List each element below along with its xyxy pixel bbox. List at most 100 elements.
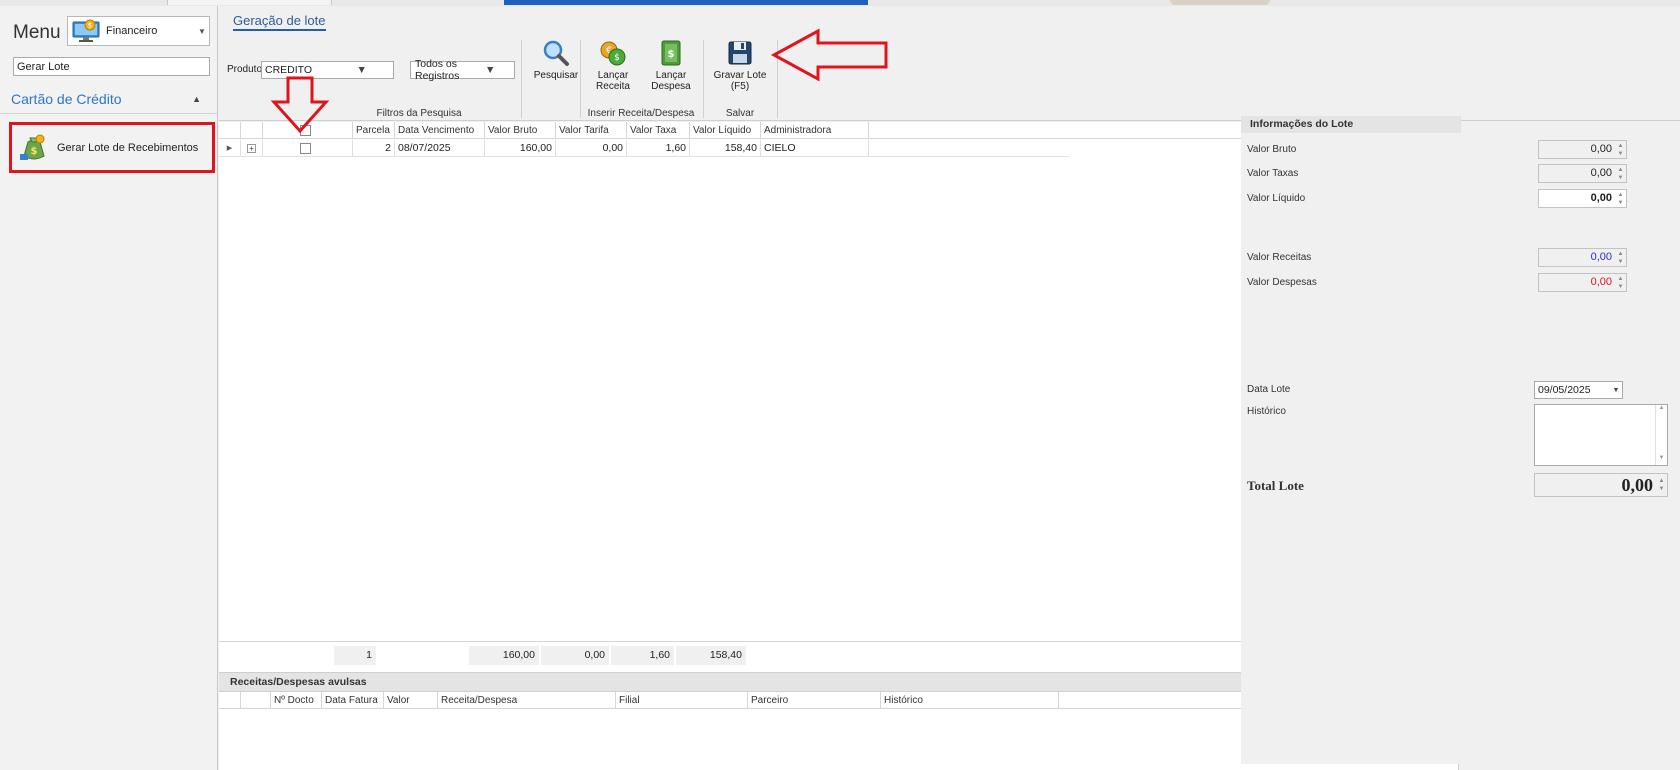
menu-search-input[interactable] <box>13 57 210 76</box>
gravar-lote-label-2: (F5) <box>730 81 750 92</box>
row-checkbox[interactable] <box>300 143 311 154</box>
col-historico[interactable]: Histórico <box>881 692 1059 709</box>
produto-label: Produto <box>227 64 263 75</box>
grid-indicator-header <box>219 122 241 139</box>
row-expand-cell[interactable]: + <box>241 140 263 157</box>
row-indicator-icon: ▶ <box>219 140 241 157</box>
col-valor[interactable]: Valor <box>384 692 438 709</box>
col-valor-liquido[interactable]: Valor Líquido <box>690 122 761 139</box>
cell-administradora: CIELO <box>761 140 869 157</box>
table-row[interactable]: ▶ + 2 08/07/2025 160,00 0,00 1,60 158,40… <box>219 140 1069 157</box>
col-valor-taxa[interactable]: Valor Taxa <box>627 122 690 139</box>
spinner-icon[interactable]: ▲ ▼ <box>1616 250 1625 266</box>
valor-taxas-field[interactable]: 0,00 ▲ ▼ <box>1538 164 1627 183</box>
lancar-receita-label-1: Lançar <box>597 70 629 81</box>
document-tab[interactable]: Geração de lote <box>233 13 326 31</box>
lancar-receita-button[interactable]: € $ Lançar Receita <box>588 39 638 92</box>
col-data-fatura[interactable]: Data Fatura <box>322 692 384 709</box>
total-lote-label: Total Lote <box>1247 478 1304 493</box>
valor-despesas-field[interactable]: 0,00 ▲ ▼ <box>1538 273 1627 292</box>
valor-receitas-field[interactable]: 0,00 ▲ ▼ <box>1538 248 1627 267</box>
historico-scrollbar[interactable]: ▲ ▼ <box>1655 405 1667 465</box>
registros-select[interactable]: Todos os Registros ▼ <box>410 58 515 82</box>
historico-textarea[interactable]: ▲ ▼ <box>1534 404 1668 466</box>
avulsas-blank-header <box>241 692 271 709</box>
spinner-icon[interactable]: ▲ ▼ <box>1616 191 1625 207</box>
valor-bruto-value: 0,00 <box>1590 143 1612 155</box>
lancar-despesa-label-2: Despesa <box>651 81 691 92</box>
spinner-icon[interactable]: ▲ ▼ <box>1616 166 1625 182</box>
chevron-down-icon: ▼ <box>485 64 496 76</box>
footer-liquido: 158,40 <box>676 646 746 665</box>
spinner-icon[interactable]: ▲ ▼ <box>1616 275 1625 291</box>
col-data-vencimento[interactable]: Data Vencimento <box>395 122 485 139</box>
cell-parcela: 2 <box>353 140 395 157</box>
top-tab[interactable] <box>167 0 332 5</box>
col-valor-bruto[interactable]: Valor Bruto <box>485 122 556 139</box>
col-filial[interactable]: Filial <box>616 692 748 709</box>
col-parcela[interactable]: Parcela <box>353 122 395 139</box>
valor-taxas-value: 0,00 <box>1590 167 1612 179</box>
valor-liquido-label: Valor Líquido <box>1247 193 1306 204</box>
menu-title: Menu <box>13 22 61 43</box>
col-n-docto[interactable]: Nº Docto <box>271 692 322 709</box>
lancar-despesa-button[interactable]: $ Lançar Despesa <box>646 39 696 92</box>
module-select[interactable]: $ Financeiro ▼ <box>67 16 210 46</box>
footer-bruto: 160,00 <box>469 646 539 665</box>
valor-liquido-value: 0,00 <box>1590 192 1612 204</box>
ribbon-separator <box>703 40 704 118</box>
lancar-despesa-label-1: Lançar <box>655 70 687 81</box>
total-lote-value: 0,00 <box>1621 475 1654 495</box>
valor-receitas-label: Valor Receitas <box>1247 252 1312 263</box>
chevron-up-icon: ▲ <box>192 93 201 104</box>
data-lote-value: 09/05/2025 <box>1538 384 1591 396</box>
ribbon-separator <box>580 40 581 118</box>
ribbon: Produto CREDITO ▼ Todos os Registros ▼ F… <box>219 36 1680 121</box>
valor-liquido-field[interactable]: 0,00 ▲ ▼ <box>1538 189 1627 208</box>
row-select-cell[interactable] <box>263 140 353 157</box>
footer-taxa: 1,60 <box>611 646 674 665</box>
data-lote-label: Data Lote <box>1247 384 1291 395</box>
col-administradora[interactable]: Administradora <box>761 122 869 139</box>
total-lote-field[interactable]: 0,00 ▲ ▼ <box>1534 473 1668 497</box>
menu-group-cartao[interactable]: Cartão de Crédito ▲ <box>0 84 217 114</box>
ledger-book-icon: $ <box>657 39 685 67</box>
annotation-arrow-left <box>770 28 888 82</box>
valor-bruto-field[interactable]: 0,00 ▲ ▼ <box>1538 140 1627 159</box>
valor-despesas-value: 0,00 <box>1590 276 1612 288</box>
col-receita-despesa[interactable]: Receita/Despesa <box>438 692 616 709</box>
cell-bruto: 160,00 <box>485 140 556 157</box>
top-decoration <box>1170 0 1270 5</box>
col-valor-tarifa[interactable]: Valor Tarifa <box>556 122 627 139</box>
module-select-label: Financeiro <box>106 25 158 37</box>
menu-group-label: Cartão de Crédito <box>11 90 122 107</box>
data-lote-picker[interactable]: 09/05/2025 ▼ <box>1534 381 1623 399</box>
svg-text:$: $ <box>614 53 620 63</box>
menu-item-gerar-lote[interactable]: $ Gerar Lote de Recebimentos <box>9 122 215 173</box>
gravar-lote-button[interactable]: Gravar Lote (F5) <box>710 39 770 92</box>
coins-icon: € $ <box>599 39 627 67</box>
chevron-down-icon: ▼ <box>1612 386 1620 394</box>
spinner-icon[interactable]: ▲ ▼ <box>1616 142 1625 158</box>
historico-label: Histórico <box>1247 406 1286 417</box>
valor-receitas-value: 0,00 <box>1590 251 1612 263</box>
top-blue-bar <box>504 0 868 5</box>
spinner-icon[interactable]: ▲ ▼ <box>1657 477 1666 493</box>
monitor-money-icon: $ <box>71 19 101 43</box>
info-lote-title: Informações do Lote <box>1241 116 1461 133</box>
floppy-disk-icon <box>726 39 754 67</box>
menu-item-label: Gerar Lote de Recebimentos <box>57 141 199 154</box>
ribbon-separator <box>521 40 522 118</box>
cell-vencimento: 08/07/2025 <box>395 140 485 157</box>
lancar-receita-label-2: Receita <box>596 81 630 92</box>
registros-select-value: Todos os Registros <box>415 58 460 82</box>
avulsas-indicator-header <box>219 692 241 709</box>
chevron-down-icon: ▼ <box>356 64 367 76</box>
footer-count: 1 <box>334 646 376 665</box>
plus-expand-icon[interactable]: + <box>247 144 256 153</box>
pesquisar-button[interactable]: Pesquisar <box>531 39 581 81</box>
valor-taxas-label: Valor Taxas <box>1247 168 1299 179</box>
col-parceiro[interactable]: Parceiro <box>748 692 881 709</box>
footer-tarifa: 0,00 <box>541 646 609 665</box>
annotation-arrow-down <box>270 76 330 134</box>
